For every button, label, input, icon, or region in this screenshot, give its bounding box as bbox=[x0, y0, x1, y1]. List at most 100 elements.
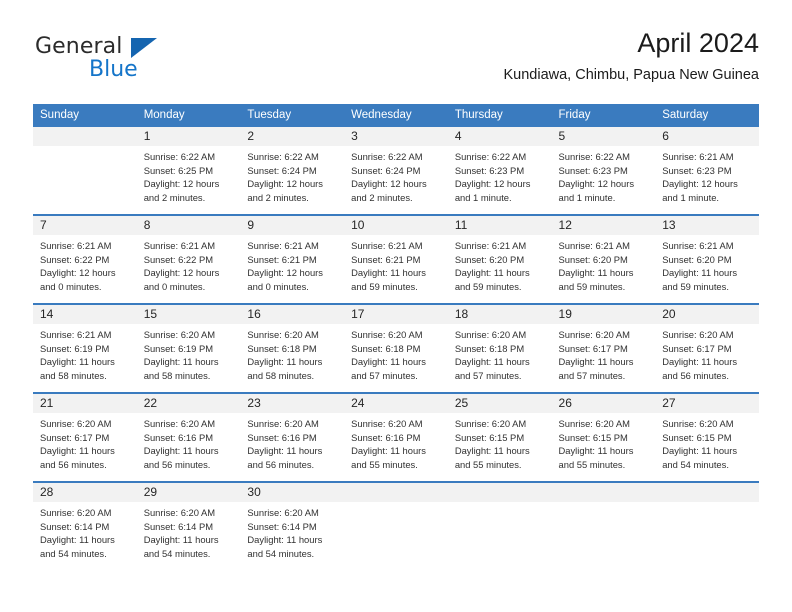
sunrise-text: Sunrise: 6:21 AM bbox=[247, 240, 319, 251]
day-details: Sunrise: 6:21 AM Sunset: 6:19 PM Dayligh… bbox=[33, 324, 137, 388]
day-number bbox=[344, 483, 448, 502]
daylight-text-line2: and 57 minutes. bbox=[558, 369, 626, 381]
sunset-text: Sunset: 6:19 PM bbox=[143, 342, 214, 354]
day-cell[interactable]: 6 Sunrise: 6:21 AM Sunset: 6:23 PM Dayli… bbox=[655, 127, 759, 216]
sunrise-text: Sunrise: 6:20 AM bbox=[247, 329, 319, 340]
daylight-text-line1: Daylight: 11 hours bbox=[558, 356, 634, 368]
day-details: Sunrise: 6:20 AM Sunset: 6:15 PM Dayligh… bbox=[448, 413, 552, 477]
daylight-text-line2: and 59 minutes. bbox=[351, 280, 418, 292]
day-cell[interactable]: 17 Sunrise: 6:20 AM Sunset: 6:18 PM Dayl… bbox=[344, 304, 448, 394]
day-number: 5 bbox=[551, 127, 656, 146]
day-details: Sunrise: 6:22 AM Sunset: 6:23 PM Dayligh… bbox=[448, 146, 552, 210]
day-cell[interactable]: 18 Sunrise: 6:20 AM Sunset: 6:18 PM Dayl… bbox=[447, 304, 552, 394]
day-cell[interactable]: 16 Sunrise: 6:20 AM Sunset: 6:18 PM Dayl… bbox=[240, 304, 345, 394]
day-cell[interactable]: 4 Sunrise: 6:22 AM Sunset: 6:23 PM Dayli… bbox=[447, 127, 552, 216]
day-number: 25 bbox=[447, 394, 552, 413]
day-cell[interactable]: 15 Sunrise: 6:20 AM Sunset: 6:19 PM Dayl… bbox=[136, 304, 241, 394]
day-number: 22 bbox=[136, 394, 241, 413]
day-details: Sunrise: 6:21 AM Sunset: 6:21 PM Dayligh… bbox=[344, 235, 448, 299]
day-number: 6 bbox=[655, 127, 759, 146]
daylight-text-line2: and 2 minutes. bbox=[351, 191, 413, 203]
day-cell[interactable]: 22 Sunrise: 6:20 AM Sunset: 6:16 PM Dayl… bbox=[136, 393, 241, 483]
day-cell[interactable]: 26 Sunrise: 6:20 AM Sunset: 6:15 PM Dayl… bbox=[551, 393, 656, 483]
sunrise-text: Sunrise: 6:21 AM bbox=[143, 240, 216, 251]
brand-logo[interactable]: General Blue bbox=[33, 34, 253, 90]
day-number: 27 bbox=[655, 394, 759, 413]
sunrise-text: Sunrise: 6:20 AM bbox=[143, 329, 216, 340]
day-cell[interactable]: 1 Sunrise: 6:22 AM Sunset: 6:25 PM Dayli… bbox=[136, 127, 241, 216]
day-details: Sunrise: 6:21 AM Sunset: 6:22 PM Dayligh… bbox=[137, 235, 241, 299]
day-cell[interactable]: 5 Sunrise: 6:22 AM Sunset: 6:23 PM Dayli… bbox=[551, 127, 656, 216]
day-details: Sunrise: 6:21 AM Sunset: 6:21 PM Dayligh… bbox=[240, 235, 344, 299]
day-cell[interactable]: 7 Sunrise: 6:21 AM Sunset: 6:22 PM Dayli… bbox=[33, 215, 137, 305]
sunrise-text: Sunrise: 6:20 AM bbox=[40, 418, 112, 429]
day-cell[interactable]: 12 Sunrise: 6:21 AM Sunset: 6:20 PM Dayl… bbox=[551, 215, 656, 305]
sunrise-text: Sunrise: 6:20 AM bbox=[247, 418, 319, 429]
daylight-text-line1: Daylight: 11 hours bbox=[143, 356, 219, 368]
page-subtitle: Kundiawa, Chimbu, Papua New Guinea bbox=[503, 67, 759, 83]
day-details: Sunrise: 6:22 AM Sunset: 6:23 PM Dayligh… bbox=[552, 146, 656, 210]
day-cell[interactable]: 13 Sunrise: 6:21 AM Sunset: 6:20 PM Dayl… bbox=[655, 215, 759, 305]
day-cell[interactable]: 29 Sunrise: 6:20 AM Sunset: 6:14 PM Dayl… bbox=[136, 482, 241, 570]
daylight-text-line2: and 56 minutes. bbox=[143, 458, 211, 470]
day-number: 28 bbox=[33, 483, 137, 502]
day-number: 13 bbox=[655, 216, 759, 235]
day-number bbox=[33, 127, 137, 146]
day-cell[interactable]: 9 Sunrise: 6:21 AM Sunset: 6:21 PM Dayli… bbox=[240, 215, 345, 305]
day-cell[interactable]: 30 Sunrise: 6:20 AM Sunset: 6:14 PM Dayl… bbox=[240, 482, 345, 570]
day-cell[interactable]: 25 Sunrise: 6:20 AM Sunset: 6:15 PM Dayl… bbox=[447, 393, 552, 483]
sunrise-text: Sunrise: 6:20 AM bbox=[351, 329, 423, 340]
day-number: 17 bbox=[344, 305, 448, 324]
day-details: Sunrise: 6:20 AM Sunset: 6:19 PM Dayligh… bbox=[137, 324, 241, 388]
day-cell[interactable]: 2 Sunrise: 6:22 AM Sunset: 6:24 PM Dayli… bbox=[240, 127, 345, 216]
day-details: Sunrise: 6:20 AM Sunset: 6:17 PM Dayligh… bbox=[552, 324, 656, 388]
day-number: 24 bbox=[344, 394, 448, 413]
daylight-text-line1: Daylight: 12 hours bbox=[662, 178, 738, 190]
sunset-text: Sunset: 6:23 PM bbox=[454, 164, 525, 176]
day-cell[interactable]: 19 Sunrise: 6:20 AM Sunset: 6:17 PM Dayl… bbox=[551, 304, 656, 394]
sunset-text: Sunset: 6:14 PM bbox=[143, 520, 214, 532]
daylight-text-line1: Daylight: 11 hours bbox=[454, 356, 530, 368]
sunrise-text: Sunrise: 6:20 AM bbox=[558, 418, 630, 429]
day-cell[interactable]: 27 Sunrise: 6:20 AM Sunset: 6:15 PM Dayl… bbox=[655, 393, 759, 483]
sunset-text: Sunset: 6:21 PM bbox=[351, 253, 421, 265]
day-cell[interactable]: 3 Sunrise: 6:22 AM Sunset: 6:24 PM Dayli… bbox=[344, 127, 448, 216]
sunset-text: Sunset: 6:18 PM bbox=[454, 342, 525, 354]
day-number: 19 bbox=[551, 305, 656, 324]
day-cell[interactable]: 24 Sunrise: 6:20 AM Sunset: 6:16 PM Dayl… bbox=[344, 393, 448, 483]
daylight-text-line1: Daylight: 11 hours bbox=[662, 267, 738, 279]
day-cell[interactable]: 28 Sunrise: 6:20 AM Sunset: 6:14 PM Dayl… bbox=[33, 482, 137, 570]
day-number: 20 bbox=[655, 305, 759, 324]
calendar-week-row: 14 Sunrise: 6:21 AM Sunset: 6:19 PM Dayl… bbox=[33, 304, 759, 394]
day-number bbox=[447, 483, 552, 502]
daylight-text-line1: Daylight: 12 hours bbox=[143, 267, 220, 279]
day-number: 21 bbox=[33, 394, 137, 413]
sunset-text: Sunset: 6:15 PM bbox=[558, 431, 628, 443]
day-cell[interactable]: 20 Sunrise: 6:20 AM Sunset: 6:17 PM Dayl… bbox=[655, 304, 759, 394]
day-number: 18 bbox=[447, 305, 552, 324]
day-cell[interactable]: 23 Sunrise: 6:20 AM Sunset: 6:16 PM Dayl… bbox=[240, 393, 345, 483]
day-details: Sunrise: 6:20 AM Sunset: 6:16 PM Dayligh… bbox=[137, 413, 241, 477]
sunrise-text: Sunrise: 6:21 AM bbox=[454, 240, 527, 251]
day-number: 10 bbox=[344, 216, 448, 235]
calendar-week-row: 28 Sunrise: 6:20 AM Sunset: 6:14 PM Dayl… bbox=[33, 482, 759, 570]
day-cell[interactable]: 21 Sunrise: 6:20 AM Sunset: 6:17 PM Dayl… bbox=[33, 393, 137, 483]
day-cell[interactable]: 10 Sunrise: 6:21 AM Sunset: 6:21 PM Dayl… bbox=[344, 215, 448, 305]
sunset-text: Sunset: 6:24 PM bbox=[247, 164, 317, 176]
daylight-text-line1: Daylight: 11 hours bbox=[662, 356, 738, 368]
sunset-text: Sunset: 6:16 PM bbox=[143, 431, 214, 443]
daylight-text-line2: and 57 minutes. bbox=[351, 369, 418, 381]
day-cell[interactable]: 14 Sunrise: 6:21 AM Sunset: 6:19 PM Dayl… bbox=[33, 304, 137, 394]
daylight-text-line2: and 2 minutes. bbox=[143, 191, 206, 203]
calendar-table: Sunday Monday Tuesday Wednesday Thursday… bbox=[33, 104, 759, 570]
calendar-week-row: 7 Sunrise: 6:21 AM Sunset: 6:22 PM Dayli… bbox=[33, 215, 759, 305]
day-cell[interactable]: 11 Sunrise: 6:21 AM Sunset: 6:20 PM Dayl… bbox=[447, 215, 552, 305]
day-cell[interactable]: 8 Sunrise: 6:21 AM Sunset: 6:22 PM Dayli… bbox=[136, 215, 241, 305]
sunrise-text: Sunrise: 6:21 AM bbox=[662, 240, 734, 251]
sunset-text: Sunset: 6:18 PM bbox=[351, 342, 421, 354]
daylight-text-line1: Daylight: 11 hours bbox=[247, 534, 323, 546]
daylight-text-line2: and 0 minutes. bbox=[143, 280, 206, 292]
sunrise-text: Sunrise: 6:21 AM bbox=[40, 329, 112, 340]
brand-name-general: General bbox=[35, 34, 123, 59]
daylight-text-line1: Daylight: 11 hours bbox=[143, 445, 219, 457]
